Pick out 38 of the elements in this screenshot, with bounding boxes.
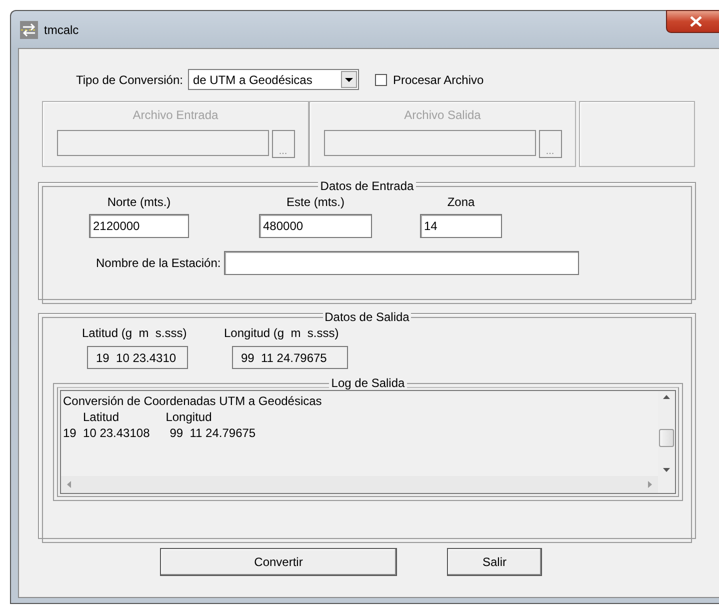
output-field: 19 10 23.4310	[87, 346, 188, 369]
station-field[interactable]	[224, 251, 579, 275]
file-label: Archivo Salida	[404, 108, 481, 122]
horizontal-scrollbar[interactable]	[61, 476, 658, 493]
scroll-up-icon[interactable]	[663, 395, 670, 399]
file-label: Archivo Entrada	[132, 108, 218, 122]
group-title: Datos de Salida	[322, 310, 412, 324]
caret-icon	[344, 78, 353, 82]
field-label: Este (mts.)	[286, 195, 344, 209]
conversion-dropdown[interactable]: de UTM a Geodésicas	[188, 69, 359, 90]
scroll-right-icon[interactable]	[648, 481, 652, 488]
action-button[interactable]: Convertir	[160, 548, 397, 576]
input-field[interactable]: 480000	[259, 214, 372, 238]
log-line: 19 10 23.43108 99 11 24.79675	[63, 425, 257, 441]
field-label: Latitud (g m s.sss)	[82, 326, 187, 340]
process-file-label: Procesar Archivo	[392, 72, 484, 86]
log-line: Conversión de Coordenadas UTM a Geodésicas	[63, 393, 323, 409]
log-line: Latitud Longitud	[82, 409, 213, 425]
field-label: Norte (mts.)	[107, 195, 171, 209]
scroll-down-icon[interactable]	[663, 468, 670, 472]
scroll-left-icon[interactable]	[67, 481, 71, 488]
input-field[interactable]: 14	[420, 214, 502, 238]
group-title: Datos de Entrada	[318, 179, 416, 193]
field-label: Zona	[447, 195, 475, 209]
station-label: Nombre de la Estación:	[96, 256, 221, 270]
log-textarea[interactable]: Conversión de Coordenadas UTM a Geodésicas Latitud Longitud 19 10 23.43108 99 11 24.79675	[60, 390, 676, 494]
app-icon	[20, 20, 38, 38]
conversion-label: Tipo de Conversión:	[76, 72, 183, 86]
close-icon	[690, 16, 702, 27]
close-button[interactable]	[666, 10, 719, 33]
process-file-checkbox[interactable]	[374, 74, 387, 86]
input-field[interactable]: 2120000	[89, 214, 189, 238]
action-button[interactable]: Salir	[447, 548, 542, 576]
output-field: 99 11 24.79675	[232, 346, 348, 369]
scroll-thumb[interactable]	[659, 429, 674, 447]
group-title: Log de Salida	[329, 376, 407, 390]
field-label: Longitud (g m s.sss)	[224, 326, 339, 340]
window-title: tmcalc	[44, 22, 79, 36]
